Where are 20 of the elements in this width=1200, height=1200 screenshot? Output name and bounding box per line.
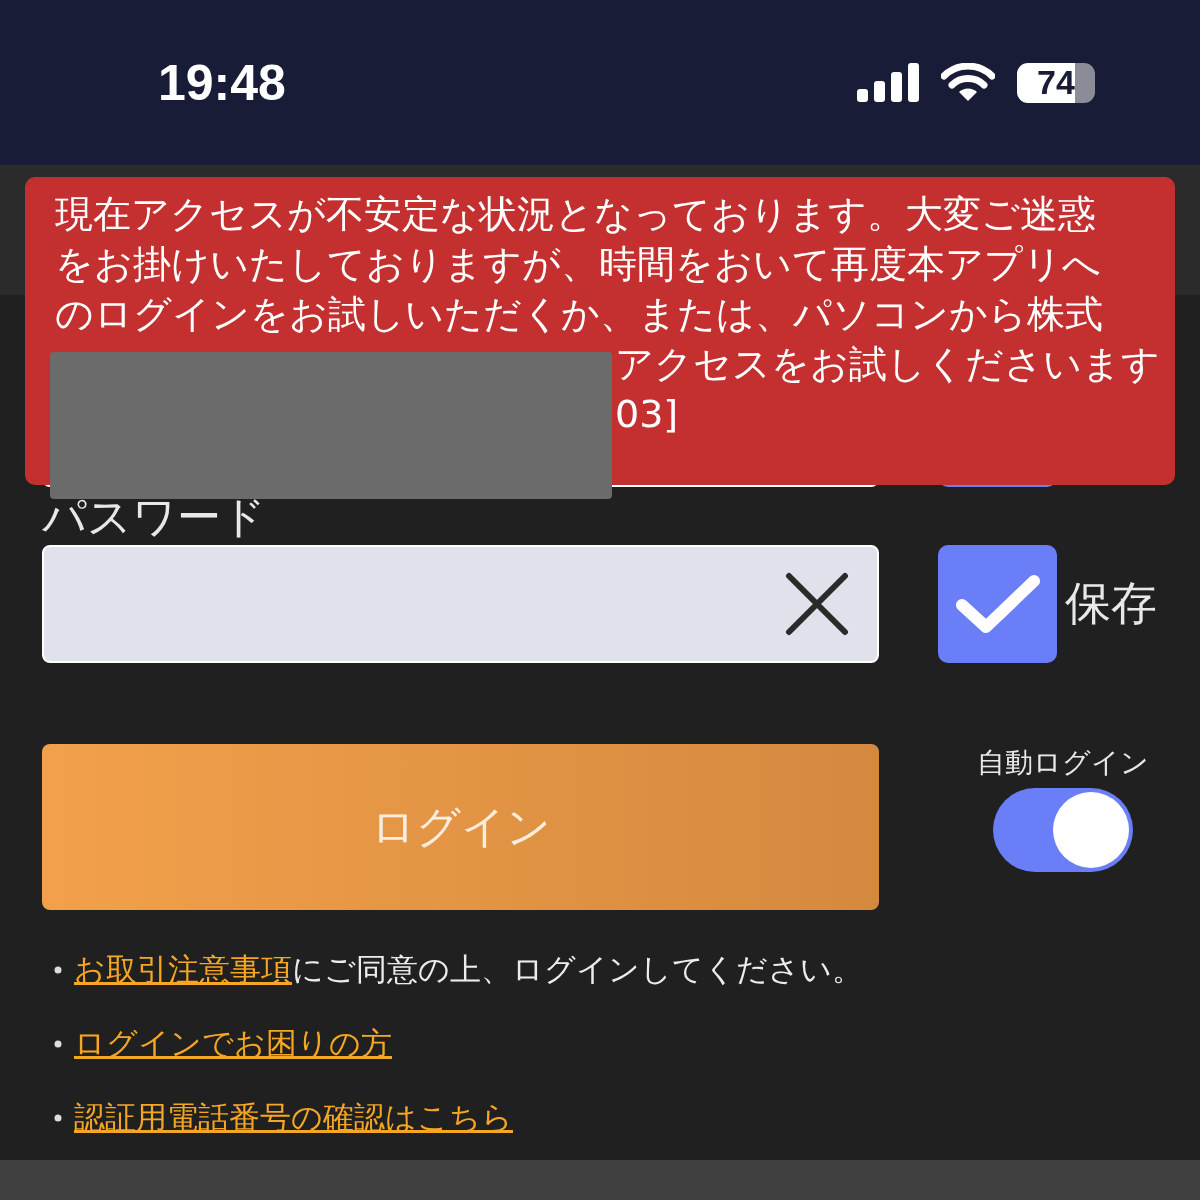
input-field[interactable] bbox=[42, 545, 879, 663]
error-message: 03] bbox=[615, 391, 679, 438]
bullet-icon bbox=[54, 966, 62, 974]
field-label: パスワード bbox=[42, 490, 267, 544]
link[interactable]: 認証用電話番号の確認はこちら bbox=[74, 1097, 513, 1139]
link[interactable]: ログインでお困りの方 bbox=[74, 1023, 392, 1065]
link[interactable]: お取引注意事項 bbox=[74, 949, 292, 991]
checkbox[interactable] bbox=[938, 545, 1057, 663]
wifi-icon bbox=[941, 62, 995, 103]
signal-icon bbox=[857, 62, 919, 103]
note-text: にご同意の上、ログインしてください。 bbox=[292, 950, 863, 989]
error-message: アクセスをお試しくださいます bbox=[615, 341, 1160, 388]
toggle-label: 自動ログイン bbox=[977, 745, 1149, 781]
clock-time: 19:48 bbox=[158, 53, 286, 112]
battery-percent: 74 bbox=[1037, 63, 1075, 102]
checkbox-label: 保存 bbox=[1065, 575, 1157, 632]
bullet-icon bbox=[54, 1040, 62, 1048]
error-message: 現在アクセスが不安定な状況となっております。大変ご迷惑をお掛けいたしておりますが、時間をおいて再度本アプリへのログインをお試しいただくか、または、パソコンから株式 bbox=[55, 191, 1104, 338]
bullet-icon bbox=[54, 1114, 62, 1122]
clear-icon bbox=[785, 572, 849, 636]
